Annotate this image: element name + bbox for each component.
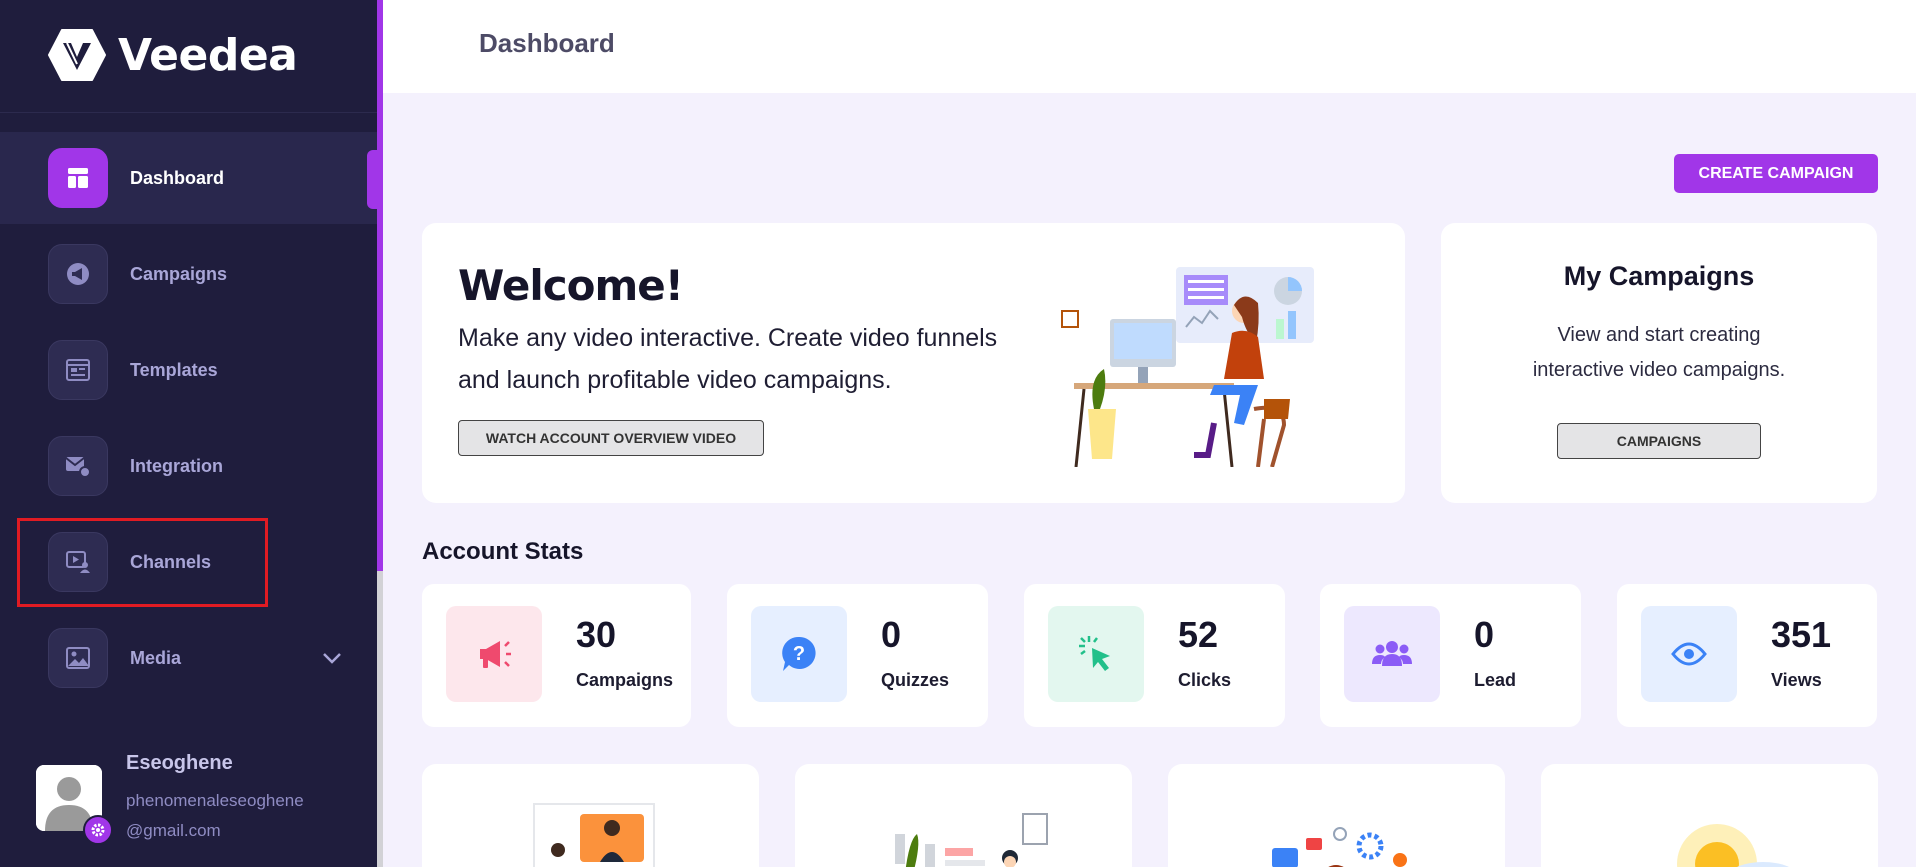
my-campaigns-card: My Campaigns View and start creating int… xyxy=(1441,223,1877,503)
sidebar-scrollbar[interactable] xyxy=(377,571,383,867)
stat-label: Campaigns xyxy=(576,670,674,690)
person-at-desk-illustration xyxy=(1061,267,1314,467)
sidebar-item-label: Templates xyxy=(130,359,218,380)
sun-cloud-illustration xyxy=(1677,824,1790,867)
users-icon xyxy=(1344,606,1440,702)
veedea-logo-icon xyxy=(48,29,106,81)
sidebar-item-dashboard[interactable]: Dashboard xyxy=(0,132,377,224)
question-icon: ? xyxy=(751,606,847,702)
feature-card-growth[interactable] xyxy=(1541,764,1878,867)
dashboard-icon xyxy=(48,148,108,208)
media-icon xyxy=(48,628,108,688)
user-email-local: phenomenaleseoghene xyxy=(126,791,304,810)
svg-text:?: ? xyxy=(793,643,805,665)
stat-value: 351 xyxy=(1771,614,1832,655)
video-call-illustration xyxy=(533,803,655,867)
welcome-card: Welcome! Make any video interactive. Cre… xyxy=(422,223,1405,503)
user-name: Eseoghene xyxy=(126,752,233,774)
megaphone-icon xyxy=(48,244,108,304)
chevron-down-icon[interactable] xyxy=(322,652,342,664)
stat-card-campaigns[interactable]: 30 Campaigns xyxy=(422,584,691,727)
sidebar: Veedea Dashboard Campaigns Templates Int… xyxy=(0,0,377,867)
my-campaigns-title: My Campaigns xyxy=(1563,261,1755,291)
user-email: phenomenaleseoghene @gmail.com xyxy=(126,786,326,846)
welcome-text: Make any video interactive. Create video… xyxy=(458,324,998,394)
user-email-domain: @gmail.com xyxy=(126,821,221,840)
settings-integration-illustration xyxy=(1272,827,1407,867)
cursor-click-icon xyxy=(1048,606,1144,702)
sidebar-item-integration[interactable]: Integration xyxy=(0,420,377,512)
active-indicator xyxy=(367,150,377,209)
sidebar-item-label: Campaigns xyxy=(130,263,228,284)
settings-gear-icon[interactable] xyxy=(83,815,113,845)
account-stats-title: Account Stats xyxy=(422,538,584,565)
stat-label: Lead xyxy=(1474,670,1517,690)
stat-label: Quizzes xyxy=(881,670,950,690)
stat-card-views[interactable]: 351 Views xyxy=(1617,584,1877,727)
templates-icon xyxy=(48,340,108,400)
stat-label: Clicks xyxy=(1178,670,1232,690)
create-campaign-button[interactable]: CREATE CAMPAIGN xyxy=(1674,154,1878,193)
watch-overview-video-button[interactable]: WATCH ACCOUNT OVERVIEW VIDEO xyxy=(458,420,764,456)
channels-icon xyxy=(48,532,108,592)
feature-card-templates[interactable] xyxy=(795,764,1132,867)
campaigns-button[interactable]: CAMPAIGNS xyxy=(1557,423,1761,459)
workspace-illustration xyxy=(895,813,1048,867)
brand-name: Veedea xyxy=(118,29,298,81)
sidebar-item-label: Dashboard xyxy=(130,167,225,188)
stat-value: 0 xyxy=(881,614,902,655)
integration-icon xyxy=(48,436,108,496)
logo-divider xyxy=(0,112,377,113)
sidebar-item-channels[interactable]: Channels xyxy=(0,516,377,608)
eye-icon xyxy=(1641,606,1737,702)
feature-card-video[interactable] xyxy=(422,764,759,867)
stat-value: 0 xyxy=(1474,614,1495,655)
sidebar-item-campaigns[interactable]: Campaigns xyxy=(0,228,377,320)
sidebar-item-label: Media xyxy=(130,647,182,668)
stat-card-lead[interactable]: 0 Lead xyxy=(1320,584,1581,727)
welcome-title: Welcome! xyxy=(458,261,684,310)
stat-value: 52 xyxy=(1178,614,1219,655)
stat-label: Views xyxy=(1771,670,1822,690)
page-title: Dashboard xyxy=(479,28,615,58)
stat-value: 30 xyxy=(576,614,617,655)
sidebar-item-media[interactable]: Media xyxy=(0,612,377,704)
sidebar-item-templates[interactable]: Templates xyxy=(0,324,377,416)
sidebar-item-label: Channels xyxy=(130,551,212,572)
brand-logo[interactable]: Veedea xyxy=(48,27,298,83)
megaphone-icon xyxy=(446,606,542,702)
feature-card-integrations[interactable] xyxy=(1168,764,1505,867)
stat-card-clicks[interactable]: 52 Clicks xyxy=(1024,584,1285,727)
top-bar: Dashboard xyxy=(383,0,1916,93)
sidebar-item-label: Integration xyxy=(130,455,223,476)
my-campaigns-text: View and start creating interactive vide… xyxy=(1532,324,1786,381)
stat-card-quizzes[interactable]: ? 0 Quizzes xyxy=(727,584,988,727)
